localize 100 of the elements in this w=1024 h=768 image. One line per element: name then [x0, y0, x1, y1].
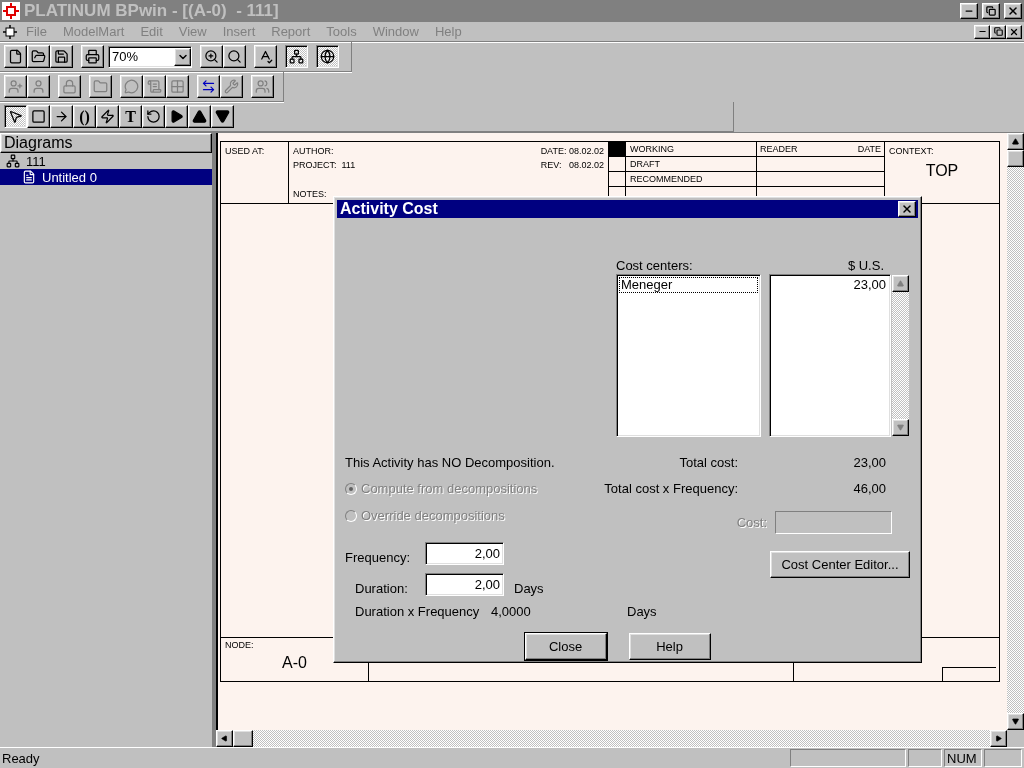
exchange-icon: [201, 79, 216, 94]
tool-button[interactable]: T: [119, 105, 142, 128]
scroll-up-button[interactable]: [1007, 133, 1024, 150]
cost-value-list[interactable]: 23,00: [769, 274, 891, 437]
toolbar-button[interactable]: [316, 45, 339, 68]
folder-icon: [93, 79, 108, 94]
column-label: $ U.S.: [847, 258, 884, 274]
unit-label: Days: [514, 581, 544, 596]
scroll-icon: [147, 79, 162, 94]
printer-icon: [85, 49, 100, 64]
zoom-combo[interactable]: 70%: [108, 45, 192, 68]
people-icon: [255, 79, 270, 94]
dialog-button[interactable]: Help: [628, 633, 711, 660]
dialog-button[interactable]: Close: [524, 633, 607, 660]
date-text: DATE: 08.02.02: [540, 146, 604, 156]
down-triangle-icon: [215, 109, 230, 124]
list-value: 23,00: [852, 277, 887, 293]
field-label: NOTES:: [293, 189, 327, 199]
toolbar-button[interactable]: [4, 105, 27, 128]
scroll-down-button[interactable]: [892, 419, 909, 436]
field-label: NODE:: [225, 640, 255, 650]
close-button[interactable]: [1004, 3, 1022, 19]
horizontal-scrollbar[interactable]: [216, 730, 1007, 747]
field-label: Cost centers:: [616, 258, 693, 274]
status-label: RECOMMENDED: [629, 173, 704, 186]
status-label: WORKING: [629, 143, 675, 156]
lock-icon: [62, 79, 77, 94]
globe-icon: [320, 49, 335, 64]
vertical-scrollbar[interactable]: [891, 274, 910, 437]
play-icon: [169, 109, 184, 124]
cost-center-list[interactable]: Meneger: [616, 274, 761, 437]
tree-item[interactable]: 111: [0, 153, 212, 169]
scroll-down-button[interactable]: [1007, 713, 1024, 730]
wrench-icon: [224, 79, 239, 94]
rotate-icon: [146, 109, 161, 124]
left-arrow-icon: [221, 735, 228, 742]
status-pane: [984, 749, 1022, 767]
dropdown-button[interactable]: [174, 47, 191, 66]
head-icon: [31, 79, 46, 94]
spell-check-icon: [258, 49, 273, 64]
close-icon: [1009, 26, 1019, 37]
scroll-up-button[interactable]: [892, 275, 909, 292]
field-label: Cost:: [736, 514, 767, 530]
right-arrow-icon: [995, 735, 1002, 742]
app-logo-icon: [2, 2, 20, 20]
restore-button[interactable]: [982, 3, 1000, 19]
duration-field[interactable]: 2,00: [425, 573, 504, 596]
scroll-thumb[interactable]: [1007, 150, 1024, 167]
close-button[interactable]: [898, 201, 916, 217]
list-item[interactable]: Meneger: [619, 277, 758, 293]
new-file-icon: [8, 49, 23, 64]
minimize-button[interactable]: [974, 24, 990, 39]
scroll-thumb[interactable]: [233, 730, 253, 747]
field-label: Total cost:: [679, 454, 738, 470]
close-icon: [901, 203, 913, 215]
panel-title: Diagrams: [0, 133, 212, 153]
cost-center-editor-button[interactable]: Cost Center Editor...: [770, 550, 910, 578]
vertical-scrollbar[interactable]: [1007, 133, 1024, 730]
tool-button[interactable]: (): [73, 105, 96, 128]
field-label: READER: [760, 144, 798, 154]
window-title: PLATINUM BPwin - [(A-0) - 111]: [24, 1, 280, 21]
status-indicator: NUM: [944, 749, 982, 767]
context-value: TOP: [925, 162, 959, 180]
close-button[interactable]: [1006, 24, 1022, 39]
field-label: USED AT:: [225, 146, 266, 156]
field-label: CONTEXT:: [889, 146, 935, 156]
minimize-button[interactable]: [960, 3, 978, 19]
status-pane: [908, 749, 942, 767]
page-icon: [22, 170, 36, 184]
revision-text: REV: 08.02.02: [540, 160, 604, 170]
zoom-in-icon: [204, 49, 219, 64]
down-arrow-icon: [1012, 718, 1019, 725]
document-menu-icon[interactable]: [2, 23, 18, 40]
field-label: AUTHOR:: [293, 146, 334, 156]
field-label: Frequency:: [345, 550, 412, 565]
diagram-icon: [6, 154, 20, 168]
folder-icon: [31, 49, 46, 64]
box-icon: [31, 109, 46, 124]
frequency-field[interactable]: 2,00: [425, 542, 504, 565]
status-message: Ready: [2, 750, 41, 766]
tree-item[interactable]: Untitled 0: [0, 169, 212, 185]
field-label: Total cost x Frequency:: [604, 481, 738, 496]
grid-icon: [170, 79, 185, 94]
restore-button[interactable]: [990, 24, 1006, 39]
up-arrow-icon: [897, 280, 904, 287]
squiggle-icon: [100, 109, 115, 124]
total-frequency-value: 46,00: [852, 481, 886, 496]
speech-bubble-icon: [124, 79, 139, 94]
field-label: Duration:: [355, 581, 409, 596]
toolbar-button[interactable]: [285, 45, 308, 68]
field-label: DATE: [857, 144, 881, 154]
scroll-right-button[interactable]: [990, 730, 1007, 747]
node-value: A-0: [282, 654, 307, 672]
scroll-left-button[interactable]: [216, 730, 233, 747]
magnifier-icon: [227, 49, 242, 64]
down-arrow-icon: [897, 424, 904, 431]
dialog-title: Activity Cost: [340, 200, 438, 218]
cost-field[interactable]: [775, 510, 892, 534]
head-plus-icon: [8, 79, 23, 94]
restore-icon: [993, 27, 1003, 36]
